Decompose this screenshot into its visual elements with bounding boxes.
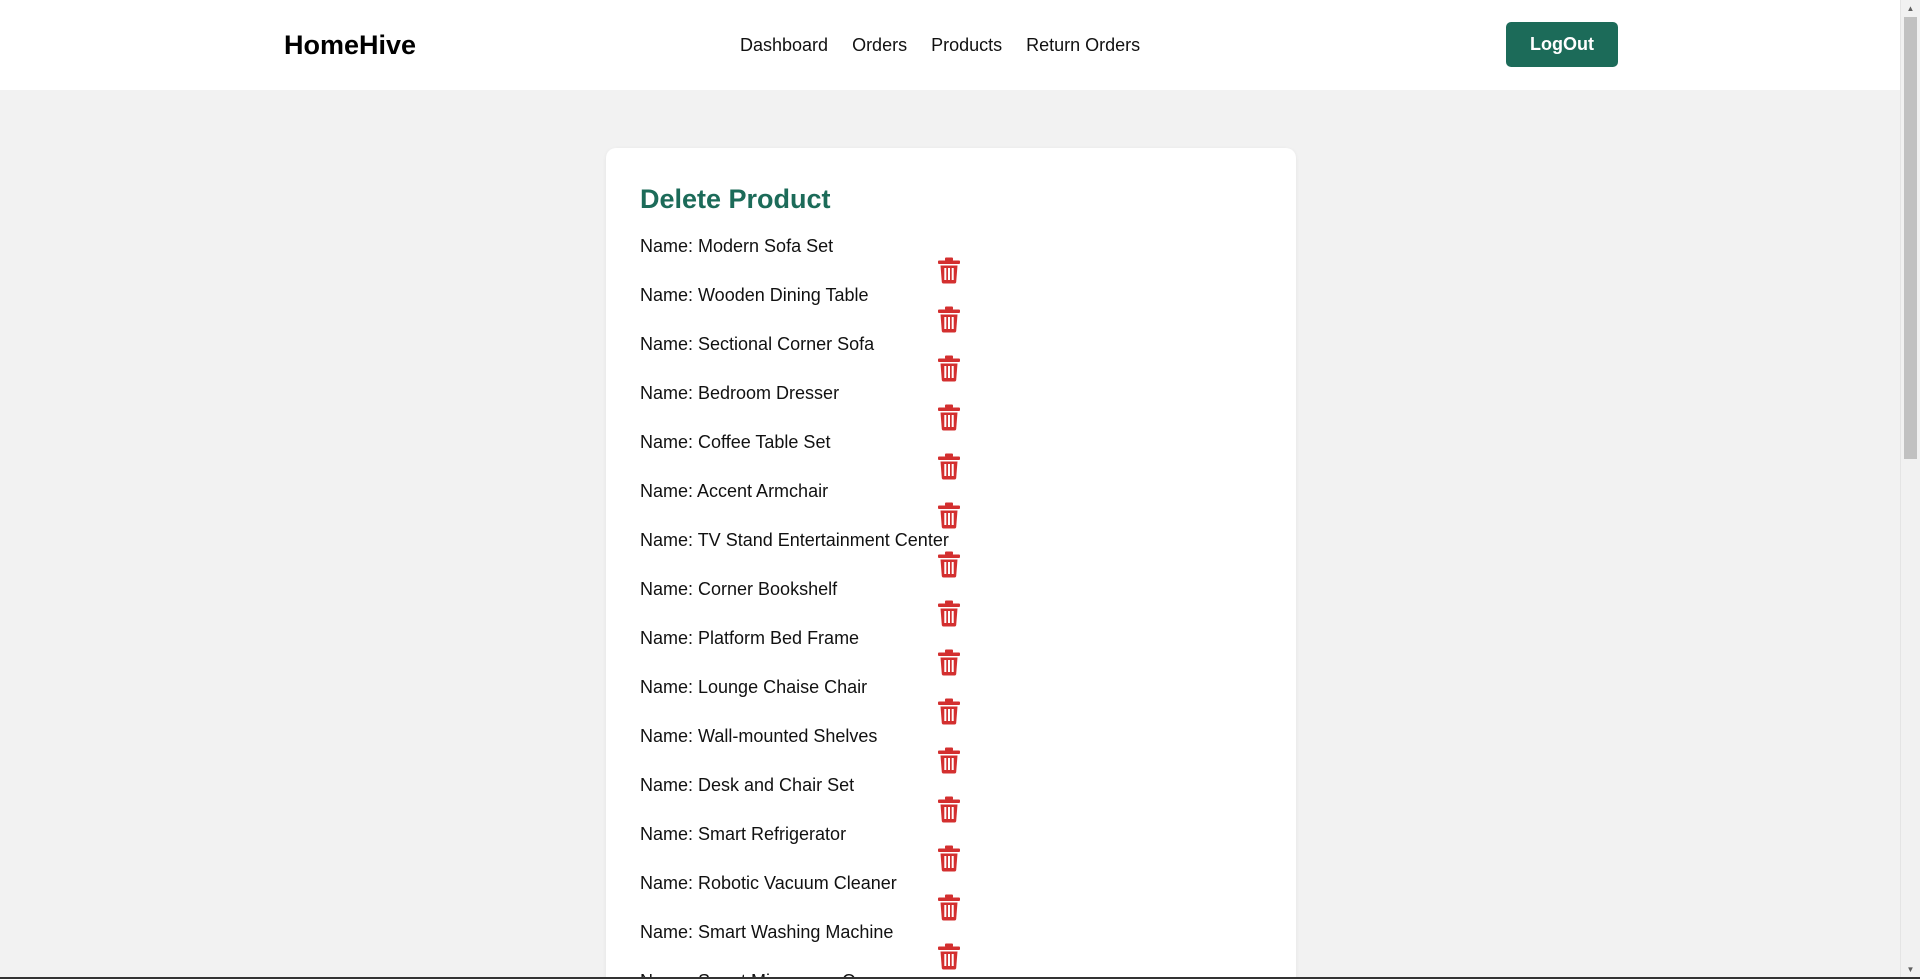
- trash-icon: [938, 845, 960, 872]
- trash-icon: [938, 698, 960, 725]
- product-list: Name: Modern Sofa Set Name: Wooden Dinin…: [640, 235, 1280, 977]
- product-name: Name: Smart Microwave Oven: [640, 970, 885, 977]
- delete-product-button[interactable]: [937, 649, 961, 676]
- product-name: Name: Coffee Table Set: [640, 432, 831, 452]
- product-name: Name: Wooden Dining Table: [640, 285, 869, 305]
- product-name: Name: Robotic Vacuum Cleaner: [640, 873, 897, 893]
- product-list-item: Name: Wall-mounted Shelves: [640, 725, 1280, 774]
- product-list-item: Name: Smart Washing Machine: [640, 921, 1280, 970]
- product-list-item: Name: Lounge Chaise Chair: [640, 676, 1280, 725]
- product-name: Name: Platform Bed Frame: [640, 628, 860, 648]
- trash-icon: [938, 943, 960, 970]
- viewport: HomeHive Dashboard Orders Products Retur…: [0, 0, 1900, 977]
- navbar: HomeHive Dashboard Orders Products Retur…: [0, 0, 1900, 90]
- delete-product-card: Delete Product Name: Modern Sofa Set Nam…: [606, 148, 1296, 977]
- product-list-item: Name: Platform Bed Frame: [640, 627, 1280, 676]
- trash-icon: [938, 747, 960, 774]
- product-name: Name: Modern Sofa Set: [640, 236, 834, 256]
- trash-icon: [938, 453, 960, 480]
- delete-product-button[interactable]: [937, 894, 961, 921]
- product-list-item: Name: Modern Sofa Set: [640, 235, 1280, 284]
- product-name: Name: TV Stand Entertainment Center: [640, 530, 949, 550]
- trash-icon: [938, 600, 960, 627]
- product-list-item: Name: Smart Refrigerator: [640, 823, 1280, 872]
- trash-icon: [938, 551, 960, 578]
- trash-icon: [938, 649, 960, 676]
- trash-icon: [938, 894, 960, 921]
- nav-link-orders[interactable]: Orders: [852, 33, 907, 57]
- delete-product-button[interactable]: [937, 845, 961, 872]
- nav-link-return-orders[interactable]: Return Orders: [1026, 33, 1140, 57]
- delete-product-button[interactable]: [937, 306, 961, 333]
- delete-product-button[interactable]: [937, 257, 961, 284]
- product-list-item: Name: Corner Bookshelf: [640, 578, 1280, 627]
- delete-product-button[interactable]: [937, 747, 961, 774]
- scroll-thumb[interactable]: [1904, 17, 1917, 459]
- trash-icon: [938, 257, 960, 284]
- trash-icon: [938, 306, 960, 333]
- delete-product-button[interactable]: [937, 404, 961, 431]
- delete-product-button[interactable]: [937, 943, 961, 970]
- product-name: Name: Lounge Chaise Chair: [640, 677, 868, 697]
- product-list-item: Name: Smart Microwave Oven: [640, 970, 1280, 977]
- product-name: Name: Accent Armchair: [640, 481, 829, 501]
- product-name: Name: Desk and Chair Set: [640, 775, 855, 795]
- product-list-item: Name: Sectional Corner Sofa: [640, 333, 1280, 382]
- product-name: Name: Wall-mounted Shelves: [640, 726, 878, 746]
- product-name: Name: Smart Refrigerator: [640, 824, 847, 844]
- delete-product-button[interactable]: [937, 502, 961, 529]
- delete-product-button[interactable]: [937, 796, 961, 823]
- product-list-item: Name: TV Stand Entertainment Center: [640, 529, 1280, 578]
- product-list-item: Name: Coffee Table Set: [640, 431, 1280, 480]
- nav-links: Dashboard Orders Products Return Orders: [740, 33, 1140, 57]
- product-list-item: Name: Bedroom Dresser: [640, 382, 1280, 431]
- logout-button[interactable]: LogOut: [1506, 22, 1618, 67]
- product-name: Name: Corner Bookshelf: [640, 579, 838, 599]
- trash-icon: [938, 796, 960, 823]
- product-list-item: Name: Wooden Dining Table: [640, 284, 1280, 333]
- product-name: Name: Bedroom Dresser: [640, 383, 840, 403]
- delete-product-button[interactable]: [937, 698, 961, 725]
- trash-icon: [938, 502, 960, 529]
- product-list-item: Name: Robotic Vacuum Cleaner: [640, 872, 1280, 921]
- delete-product-button[interactable]: [937, 453, 961, 480]
- product-list-item: Name: Desk and Chair Set: [640, 774, 1280, 823]
- product-list-item: Name: Accent Armchair: [640, 480, 1280, 529]
- page-title: Delete Product: [640, 184, 831, 214]
- scroll-up-arrow-icon[interactable]: ▲: [1901, 0, 1920, 16]
- trash-icon: [938, 355, 960, 382]
- nav-link-dashboard[interactable]: Dashboard: [740, 33, 828, 57]
- scroll-down-arrow-icon[interactable]: ▼: [1901, 961, 1920, 977]
- product-name: Name: Sectional Corner Sofa: [640, 334, 875, 354]
- product-name: Name: Smart Washing Machine: [640, 922, 894, 942]
- trash-icon: [938, 404, 960, 431]
- vertical-scrollbar[interactable]: ▲ ▼: [1900, 0, 1920, 977]
- delete-product-button[interactable]: [937, 355, 961, 382]
- brand-logo[interactable]: HomeHive: [284, 28, 416, 62]
- nav-link-products[interactable]: Products: [931, 33, 1002, 57]
- delete-product-button[interactable]: [937, 551, 961, 578]
- delete-product-button[interactable]: [937, 600, 961, 627]
